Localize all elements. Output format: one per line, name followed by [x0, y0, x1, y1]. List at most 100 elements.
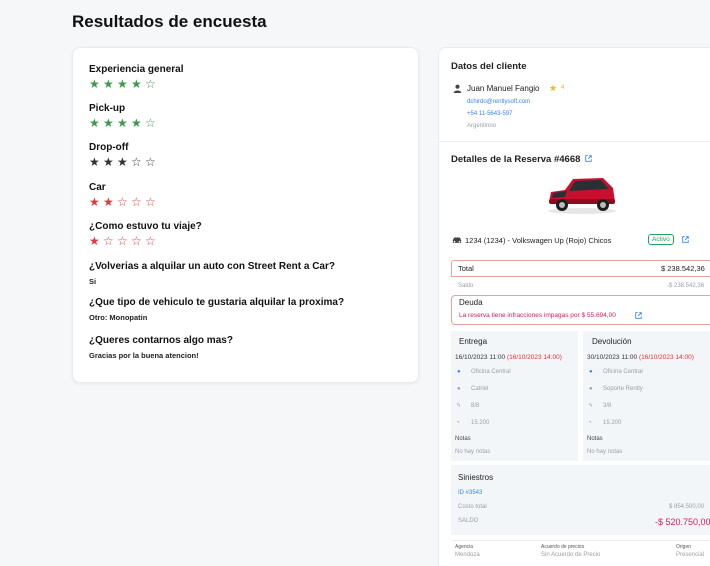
precios-label: Acuerdo de precios — [541, 544, 585, 550]
external-link-icon[interactable] — [682, 236, 689, 243]
question-label: Car — [89, 182, 106, 193]
fuel-icon: ϟ — [589, 403, 593, 409]
question-volverias: ¿Volverias a alquilar un auto con Street… — [89, 261, 335, 286]
star-filled-icon: ★ — [117, 116, 132, 130]
origen-label: Origen — [676, 544, 692, 550]
star-rating: ★★☆☆☆ — [89, 196, 159, 208]
star-filled-icon: ★ — [103, 155, 118, 169]
star-empty-icon: ☆ — [145, 155, 160, 169]
vehicle-info: 1234 (1234) - Volkswagen Up (Rojo) Chico… — [465, 236, 612, 245]
star-filled-icon: ★ — [117, 77, 132, 91]
star-filled-icon: ★ — [89, 116, 104, 130]
entrega-location: Oficina Central — [471, 369, 511, 375]
saldo-value: -$ 238.542,36 — [667, 283, 705, 289]
agencia-label: Agencia — [455, 544, 474, 550]
external-link-icon[interactable] — [635, 312, 642, 319]
star-rating: ★★★★☆ — [89, 78, 184, 90]
star-filled-icon: ★ — [89, 155, 104, 169]
car-image — [548, 178, 616, 214]
total-value: $ 238.542,36 — [661, 264, 705, 273]
star-filled-icon: ★ — [103, 195, 118, 209]
question-viaje: ¿Como estuvo tu viaje? ★☆☆☆☆ — [89, 221, 202, 247]
client-name: Juan Manuel Fangio — [467, 84, 540, 93]
question-label: Drop-off — [89, 142, 129, 153]
star-empty-icon: ☆ — [131, 195, 146, 209]
star-empty-icon: ☆ — [131, 234, 146, 248]
precios-value: Sin Acuerdo de Precio — [541, 552, 601, 558]
client-country: Argentinno — [467, 123, 497, 129]
star-filled-icon: ★ — [89, 234, 104, 248]
star-empty-icon: ☆ — [117, 234, 132, 248]
star-empty-icon: ☆ — [103, 234, 118, 248]
question-dropoff: Drop-off ★★★☆☆ — [89, 142, 159, 168]
question-label: Experiencia general — [89, 64, 184, 75]
divider — [451, 540, 710, 541]
star-empty-icon: ☆ — [145, 77, 160, 91]
star-filled-icon: ★ — [89, 195, 104, 209]
star-filled-icon: ★ — [103, 116, 118, 130]
saldo-label: Saldo — [458, 283, 474, 289]
devolucion-notes: No hay notas — [587, 449, 623, 455]
speedometer-icon: ◔ — [588, 420, 592, 426]
divider — [439, 141, 710, 142]
entrega-title: Entrega — [459, 337, 488, 346]
client-phone[interactable]: +54 11-5643-597 — [467, 111, 512, 117]
star-empty-icon: ☆ — [145, 195, 160, 209]
star-filled-icon: ★ — [89, 77, 104, 91]
star-empty-icon: ☆ — [117, 195, 132, 209]
entrega-km: 15.200 — [471, 420, 490, 426]
question-label: ¿Que tipo de vehiculo te gustaria alquil… — [89, 297, 345, 308]
star-rating: ★★★★☆ — [89, 117, 159, 129]
star-filled-icon: ★ — [131, 77, 146, 91]
devolucion-location: Oficina Central — [603, 369, 643, 375]
total-label: Total — [458, 264, 474, 273]
question-answer: Si — [89, 277, 97, 286]
entrega-notes-label: Notas — [455, 436, 471, 442]
devolucion-date: 30/10/2023 11:00 (16/10/2023 14:00) — [587, 354, 694, 361]
person-icon: ● — [589, 386, 593, 392]
entrega-person: Catriel — [471, 386, 489, 392]
status-badge: Activo — [648, 234, 674, 245]
entrega-fuel: 8/8 — [471, 403, 480, 409]
reservation-title: Detalles de la Reserva #4668 — [451, 154, 581, 165]
origen-value: Presencial — [676, 552, 705, 558]
costo-total-label: Costo total — [458, 504, 487, 510]
entrega-date: 16/10/2023 11:00 (16/10/2023 14:00) — [455, 354, 562, 361]
star-filled-icon: ★ — [131, 116, 146, 130]
client-email[interactable]: dchirdo@rentlysoft.com — [467, 99, 530, 105]
siniestro-saldo-value: -$ 520.750,00 — [655, 517, 710, 527]
star-empty-icon: ☆ — [131, 155, 146, 169]
location-icon: ● — [589, 369, 593, 375]
question-car: Car ★★☆☆☆ — [89, 182, 159, 208]
entrega-notes: No hay notas — [455, 449, 491, 455]
star-filled-icon: ★ — [117, 155, 132, 169]
question-pickup: Pick-up ★★★★☆ — [89, 103, 159, 129]
devolucion-fuel: 3/8 — [603, 403, 612, 409]
question-answer: Otro: Monopatin — [89, 313, 148, 322]
star-rating: ★☆☆☆☆ — [89, 235, 202, 247]
devolucion-person: Soporte Rently — [603, 386, 643, 392]
star-rating: ★★★☆☆ — [89, 156, 159, 168]
question-label: ¿Queres contarnos algo mas? — [89, 335, 233, 346]
siniestro-id-link[interactable]: ID #3543 — [458, 490, 482, 496]
siniestros-title: Siniestros — [458, 473, 494, 482]
question-label: Pick-up — [89, 103, 126, 114]
page-title: Resultados de encuesta — [72, 12, 267, 31]
agencia-value: Mendoza — [455, 552, 480, 558]
location-icon: ● — [457, 369, 461, 375]
person-icon: ● — [457, 386, 461, 392]
question-experiencia: Experiencia general ★★★★☆ — [89, 64, 184, 90]
question-label: ¿Volverias a alquilar un auto con Street… — [89, 261, 335, 272]
deuda-title: Deuda — [459, 298, 483, 307]
star-empty-icon: ☆ — [145, 116, 160, 130]
speedometer-icon: ◔ — [456, 420, 460, 426]
client-score: 4 — [561, 85, 565, 91]
external-link-icon[interactable] — [585, 155, 592, 162]
car-icon — [452, 237, 462, 243]
siniestro-saldo-label: SALDO — [458, 518, 479, 524]
question-label: ¿Como estuvo tu viaje? — [89, 221, 202, 232]
question-comentario: ¿Queres contarnos algo mas? Gracias por … — [89, 335, 233, 360]
deuda-box — [451, 295, 710, 325]
deuda-text: La reserva tiene infracciones impagas po… — [459, 312, 616, 319]
fuel-icon: ϟ — [457, 403, 461, 409]
